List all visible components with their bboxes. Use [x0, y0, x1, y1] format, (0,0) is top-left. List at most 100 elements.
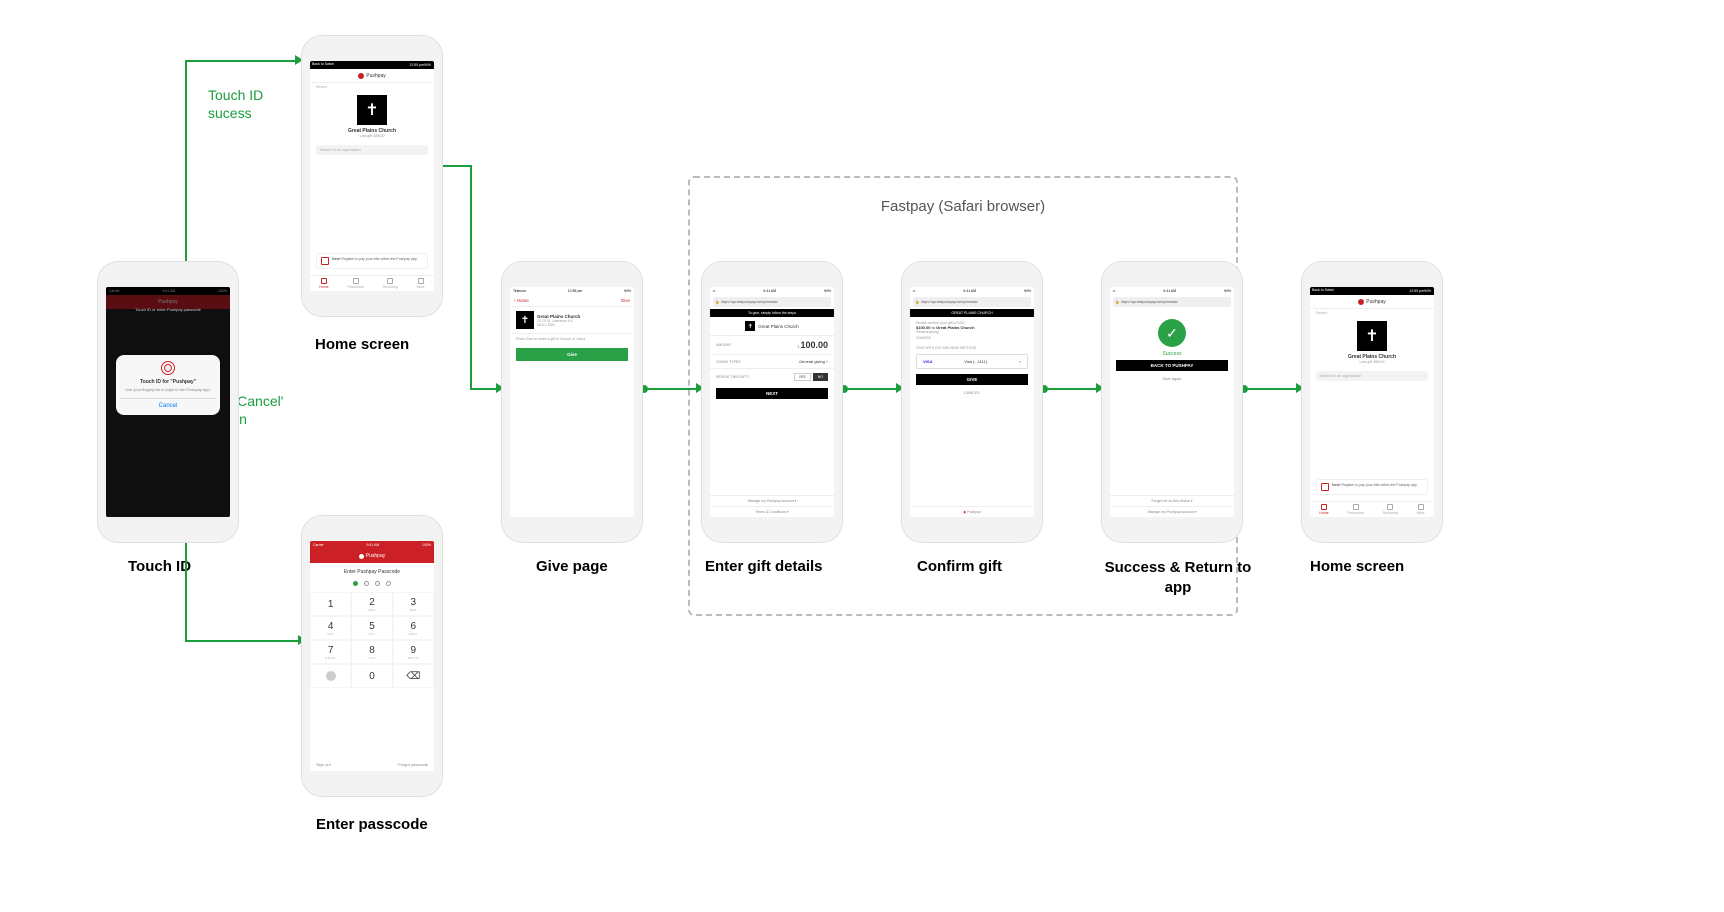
recent-label: Recent [310, 83, 434, 91]
give-button[interactable]: GIVE [916, 374, 1028, 385]
tab-more[interactable]: More [1417, 504, 1425, 515]
caption-home-2: Home screen [1310, 558, 1404, 575]
status-bar: ••9:41 AM94% [1110, 287, 1234, 295]
org-row: ✝ Great Plains Church [710, 317, 834, 336]
change-link[interactable]: CHANGE [916, 336, 1028, 340]
touchid-modal: Touch ID for "Pushpay" Use your fingerpr… [116, 355, 220, 415]
caption-confirm: Confirm gift [917, 558, 1002, 575]
notice-banner[interactable]: New! Register to pay your bills within t… [316, 253, 428, 269]
sign-out-link[interactable]: Sign out [316, 762, 331, 767]
give-again-link[interactable]: Give again [1110, 374, 1234, 383]
phone-passcode: Carrier9:41 AM100% Pushpay Enter Pushpay… [302, 516, 442, 796]
caption-success: Success & Return to app [1098, 558, 1258, 599]
back-home[interactable]: ‹ Home [514, 298, 529, 303]
app-header: Pushpay [1310, 295, 1434, 309]
manage-link[interactable]: Manage my Pushpay account ▾ [710, 495, 834, 506]
label-touchid-success: Touch ID sucess [208, 86, 263, 122]
caption-enter-gift: Enter gift details [705, 558, 823, 575]
phone-success: ••9:41 AM94% 🔒https://qa.testpushpay.com… [1102, 262, 1242, 542]
url-bar[interactable]: 🔒https://qa.testpushpay.com/p/mosaic [913, 297, 1031, 307]
recent-org[interactable]: ✝ Great Plains Church Last gift: $58.00 [1310, 317, 1434, 368]
caption-give: Give page [536, 558, 608, 575]
org-logo-icon: ✝ [357, 95, 387, 125]
recent-org[interactable]: ✝ Great Plains Church Last gift: $58.00 [310, 91, 434, 142]
search-input[interactable]: Search for an organisation [1316, 371, 1428, 381]
tab-home[interactable]: Home [1319, 504, 1328, 515]
status-bar: ••9:41 AM94% [710, 287, 834, 295]
repeat-row: REPEAT THIS GIFT? YES NO [710, 369, 834, 385]
key-5[interactable]: 5JKL [351, 616, 392, 640]
phone-enter-gift: ••9:41 AM94% 🔒https://qa.testpushpay.com… [702, 262, 842, 542]
phone-touch-id: Carrier9:41 AM100% Pushpay Touch ID or e… [98, 262, 238, 542]
step-banner: To give, simply follow the steps [710, 309, 834, 317]
caption-home-1: Home screen [315, 336, 409, 353]
tab-favourites[interactable]: Favourites [348, 278, 364, 289]
key-4[interactable]: 4GHI [310, 616, 351, 640]
tab-more[interactable]: More [417, 278, 425, 289]
key-9[interactable]: 9WXYZ [393, 640, 434, 664]
app-header: Pushpay [310, 549, 434, 563]
repeat-yes[interactable]: YES [794, 373, 811, 381]
caption-touch-id: Touch ID [128, 558, 191, 575]
repeat-no[interactable]: NO [813, 373, 828, 381]
back-to-safari[interactable]: Back to Safari [312, 62, 334, 66]
give-hint: Press Give to make a gift to Church of J… [510, 334, 634, 344]
key-1[interactable]: 1 [310, 592, 351, 616]
touchid-subtitle: Use your fingerprint to login to the Pus… [120, 387, 216, 392]
tab-bar: Home Favourites Recurring More [310, 275, 434, 291]
org-logo-icon: ✝ [745, 321, 755, 331]
org-logo-icon: ✝ [1357, 321, 1387, 351]
tab-recurring[interactable]: Recurring [383, 278, 398, 289]
tab-bar: Home Favourites Recurring More [1310, 501, 1434, 517]
terms-link[interactable]: Terms & Conditions ▾ [710, 506, 834, 517]
confirm-text: Please confirm your gift of USD $100.00 … [910, 317, 1034, 344]
type-row[interactable]: GIVING TYPES General giving ▾ [710, 354, 834, 369]
passcode-dots [310, 575, 434, 592]
recent-label: Recent [1310, 309, 1434, 317]
key-0[interactable]: 0 [351, 664, 392, 688]
give-button[interactable]: Give [516, 348, 628, 361]
notice-icon [1321, 483, 1329, 491]
cancel-link[interactable]: CANCEL [910, 388, 1034, 397]
key-del[interactable]: ⌫ [393, 664, 434, 688]
key-7[interactable]: 7PQRS [310, 640, 351, 664]
last-gift: Last gift: $58.00 [1360, 360, 1385, 364]
status-bar: ••9:41 AM94% [910, 287, 1034, 295]
passcode-prompt: Enter Pushpay Passcode [310, 563, 434, 575]
give-action[interactable]: Give [621, 298, 630, 303]
tab-home[interactable]: Home [319, 278, 328, 289]
prompt-behind: Touch ID or enter Pushpay passcode [106, 307, 230, 312]
give-with-label: GIVE WITH (OR ADD NEW METHOD) [910, 344, 1034, 352]
url-bar[interactable]: 🔒https://qa.testpushpay.com/p/mosaic [713, 297, 831, 307]
key-2[interactable]: 2ABC [351, 592, 392, 616]
key-8[interactable]: 8TUV [351, 640, 392, 664]
next-button[interactable]: NEXT [716, 388, 828, 399]
org-banner: GREAT PLAINS CHURCH [910, 309, 1034, 317]
success-text: Success [1110, 351, 1234, 357]
status-bar: Telecom12:55 pm94% [510, 287, 634, 295]
manage-link[interactable]: Manage my Pushpay account ▾ [1110, 506, 1234, 517]
card-select[interactable]: VISA Visa (...1111) ▾ [916, 354, 1028, 369]
phone-confirm: ••9:41 AM94% 🔒https://qa.testpushpay.com… [902, 262, 1042, 542]
group-title: Fastpay (Safari browser) [688, 198, 1238, 215]
back-to-safari[interactable]: Back to Safari [1312, 288, 1334, 292]
search-input[interactable]: Search for an organisation [316, 145, 428, 155]
notice-banner[interactable]: New! Register to pay your bills within t… [1316, 479, 1428, 495]
key-fp[interactable] [310, 664, 351, 688]
tab-favourites[interactable]: Favourites [1348, 504, 1364, 515]
tab-recurring[interactable]: Recurring [1383, 504, 1398, 515]
key-6[interactable]: 6MNO [393, 616, 434, 640]
forget-link[interactable]: Forget me on this device ▾ [1110, 495, 1234, 506]
last-gift: Last gift: $58.00 [360, 134, 385, 138]
back-to-app-button[interactable]: BACK TO PUSHPAY [1116, 360, 1228, 371]
key-3[interactable]: 3DEF [393, 592, 434, 616]
success-icon: ✓ [1158, 319, 1186, 347]
status-bar: Back to Safari 12:55 pm94% [310, 61, 434, 69]
forgot-link[interactable]: Forgot passcode [398, 762, 428, 767]
status-bar: Carrier9:41 AM100% [310, 541, 434, 549]
touchid-title: Touch ID for "Pushpay" [120, 379, 216, 385]
touchid-cancel-button[interactable]: Cancel [120, 398, 216, 409]
amount-row[interactable]: AMOUNT $ 100.00 [710, 336, 834, 354]
url-bar[interactable]: 🔒https://qa.testpushpay.com/p/mosaic [1113, 297, 1231, 307]
org-card[interactable]: ✝ Great Plains Church 23 19 St, Lawrence… [510, 307, 634, 334]
